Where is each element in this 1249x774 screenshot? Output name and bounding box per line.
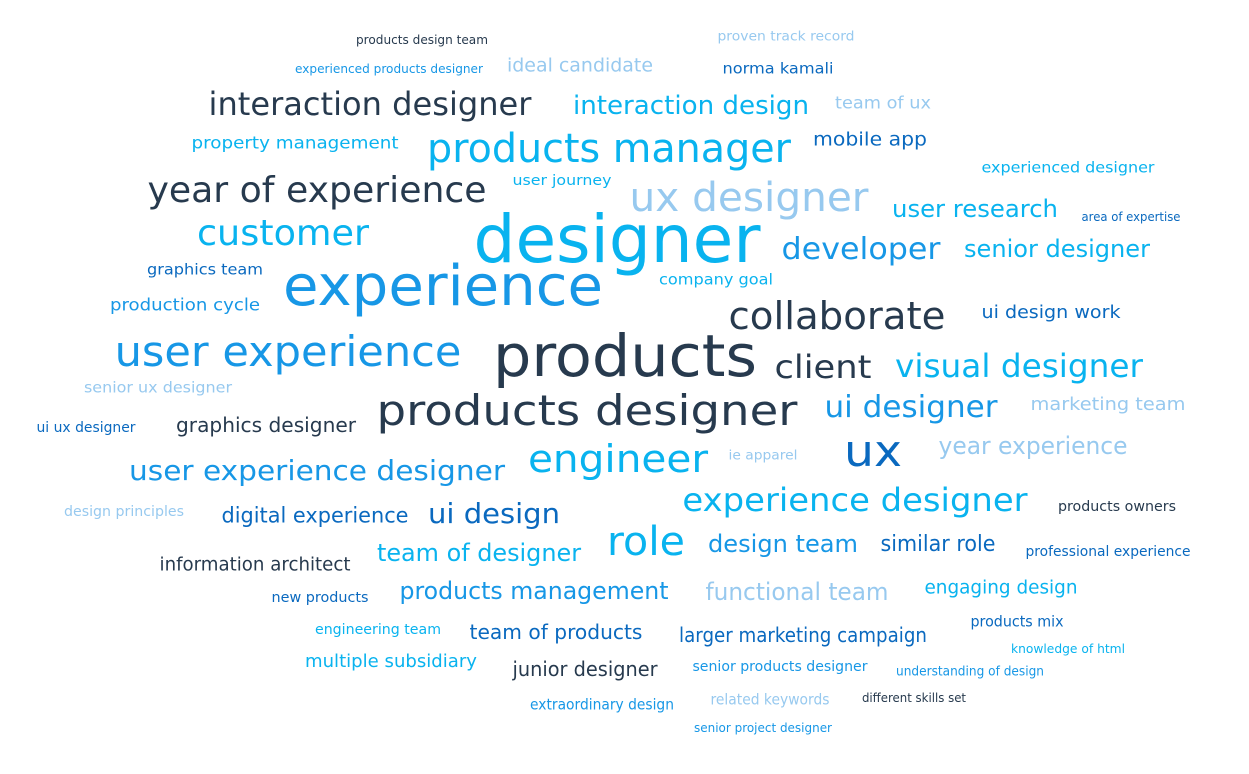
word-ui-designer: ui designer	[824, 390, 998, 425]
word-products-manager: products manager	[427, 126, 791, 172]
word-design-team: design team	[708, 530, 858, 558]
word-engineering-team: engineering team	[314, 622, 442, 638]
word-interaction-design: interaction design	[572, 91, 810, 121]
word-products-management: products management	[399, 577, 669, 605]
word-year-experience: year experience	[938, 432, 1128, 460]
word-engaging-design: engaging design	[924, 576, 1078, 599]
word-ui-ux-designer: ui ux designer	[36, 420, 136, 436]
word-similar-role: similar role	[880, 532, 996, 557]
word-products-owners: products owners	[1057, 499, 1177, 515]
word-team-of-products: team of products	[469, 620, 643, 644]
word-year-of-experience: year of experience	[147, 170, 487, 211]
word-digital-experience: digital experience	[221, 503, 409, 528]
word-experienced-products-designer: experienced products designer	[295, 62, 483, 76]
word-ie-apparel: ie apparel	[728, 448, 798, 464]
word-senior-ux-designer: senior ux designer	[83, 378, 233, 397]
word-property-management: property management	[191, 133, 399, 154]
word-extraordinary-design: extraordinary design	[530, 695, 674, 714]
word-new-products: new products	[271, 590, 369, 606]
word-senior-products-designer: senior products designer	[692, 659, 868, 675]
word-experience: experience	[282, 254, 604, 319]
word-developer: developer	[781, 232, 941, 267]
word-professional-experience: professional experience	[1025, 544, 1191, 560]
word-team-of-designer: team of designer	[376, 539, 582, 567]
word-role: role	[607, 519, 685, 565]
word-senior-designer: senior designer	[964, 235, 1150, 263]
word-junior-designer: junior designer	[512, 657, 658, 681]
word-ux: ux	[844, 426, 902, 477]
word-products-design-team: products design team	[355, 33, 489, 47]
word-client: client	[774, 348, 872, 386]
word-user-research: user research	[892, 195, 1058, 223]
word-graphics-designer: graphics designer	[175, 413, 357, 437]
word-user-experience: user experience	[114, 327, 462, 376]
word-experienced-designer: experienced designer	[981, 158, 1155, 177]
word-norma-kamali: norma kamali	[722, 59, 834, 78]
word-products-mix: products mix	[970, 612, 1064, 631]
word-senior-project-designer: senior project designer	[694, 721, 832, 735]
word-collaborate: collaborate	[728, 294, 946, 338]
word-marketing-team: marketing team	[1030, 394, 1186, 415]
word-production-cycle: production cycle	[109, 295, 261, 316]
word-related-keywords: related keywords	[710, 690, 830, 709]
word-ui-design-work: ui design work	[981, 302, 1121, 323]
word-area-of-expertise: area of expertise	[1081, 210, 1181, 224]
word-products: products	[493, 322, 757, 390]
word-visual-designer: visual designer	[894, 347, 1144, 385]
word-mobile-app: mobile app	[812, 128, 928, 151]
word-user-journey: user journey	[512, 173, 612, 189]
word-different-skills-set: different skills set	[861, 691, 967, 705]
word-multiple-subsidiary: multiple subsidiary	[304, 651, 478, 672]
word-ideal-candidate: ideal candidate	[506, 54, 654, 77]
word-customer: customer	[196, 213, 370, 254]
word-company-goal: company goal	[658, 270, 774, 289]
word-engineer: engineer	[527, 437, 709, 481]
word-information-architect: information architect	[159, 553, 351, 576]
word-design-principles: design principles	[63, 504, 185, 520]
word-functional-team: functional team	[705, 578, 889, 606]
word-knowledge-of-html: knowledge of html	[1010, 642, 1126, 656]
word-team-of-ux: team of ux	[834, 93, 932, 114]
word-proven-track-record: proven track record	[717, 29, 855, 45]
word-experience-designer: experience designer	[682, 481, 1028, 519]
word-larger-marketing-campaign: larger marketing campaign	[679, 623, 927, 647]
word-products-designer: products designer	[376, 386, 798, 435]
word-understanding-of-design: understanding of design	[896, 664, 1044, 680]
word-cloud: products design team proven track record…	[0, 0, 1249, 774]
word-user-experience-designer: user experience designer	[129, 454, 505, 487]
word-graphics-team: graphics team	[146, 260, 264, 279]
word-interaction-designer: interaction designer	[208, 85, 532, 123]
word-ui-design: ui design	[427, 497, 561, 530]
